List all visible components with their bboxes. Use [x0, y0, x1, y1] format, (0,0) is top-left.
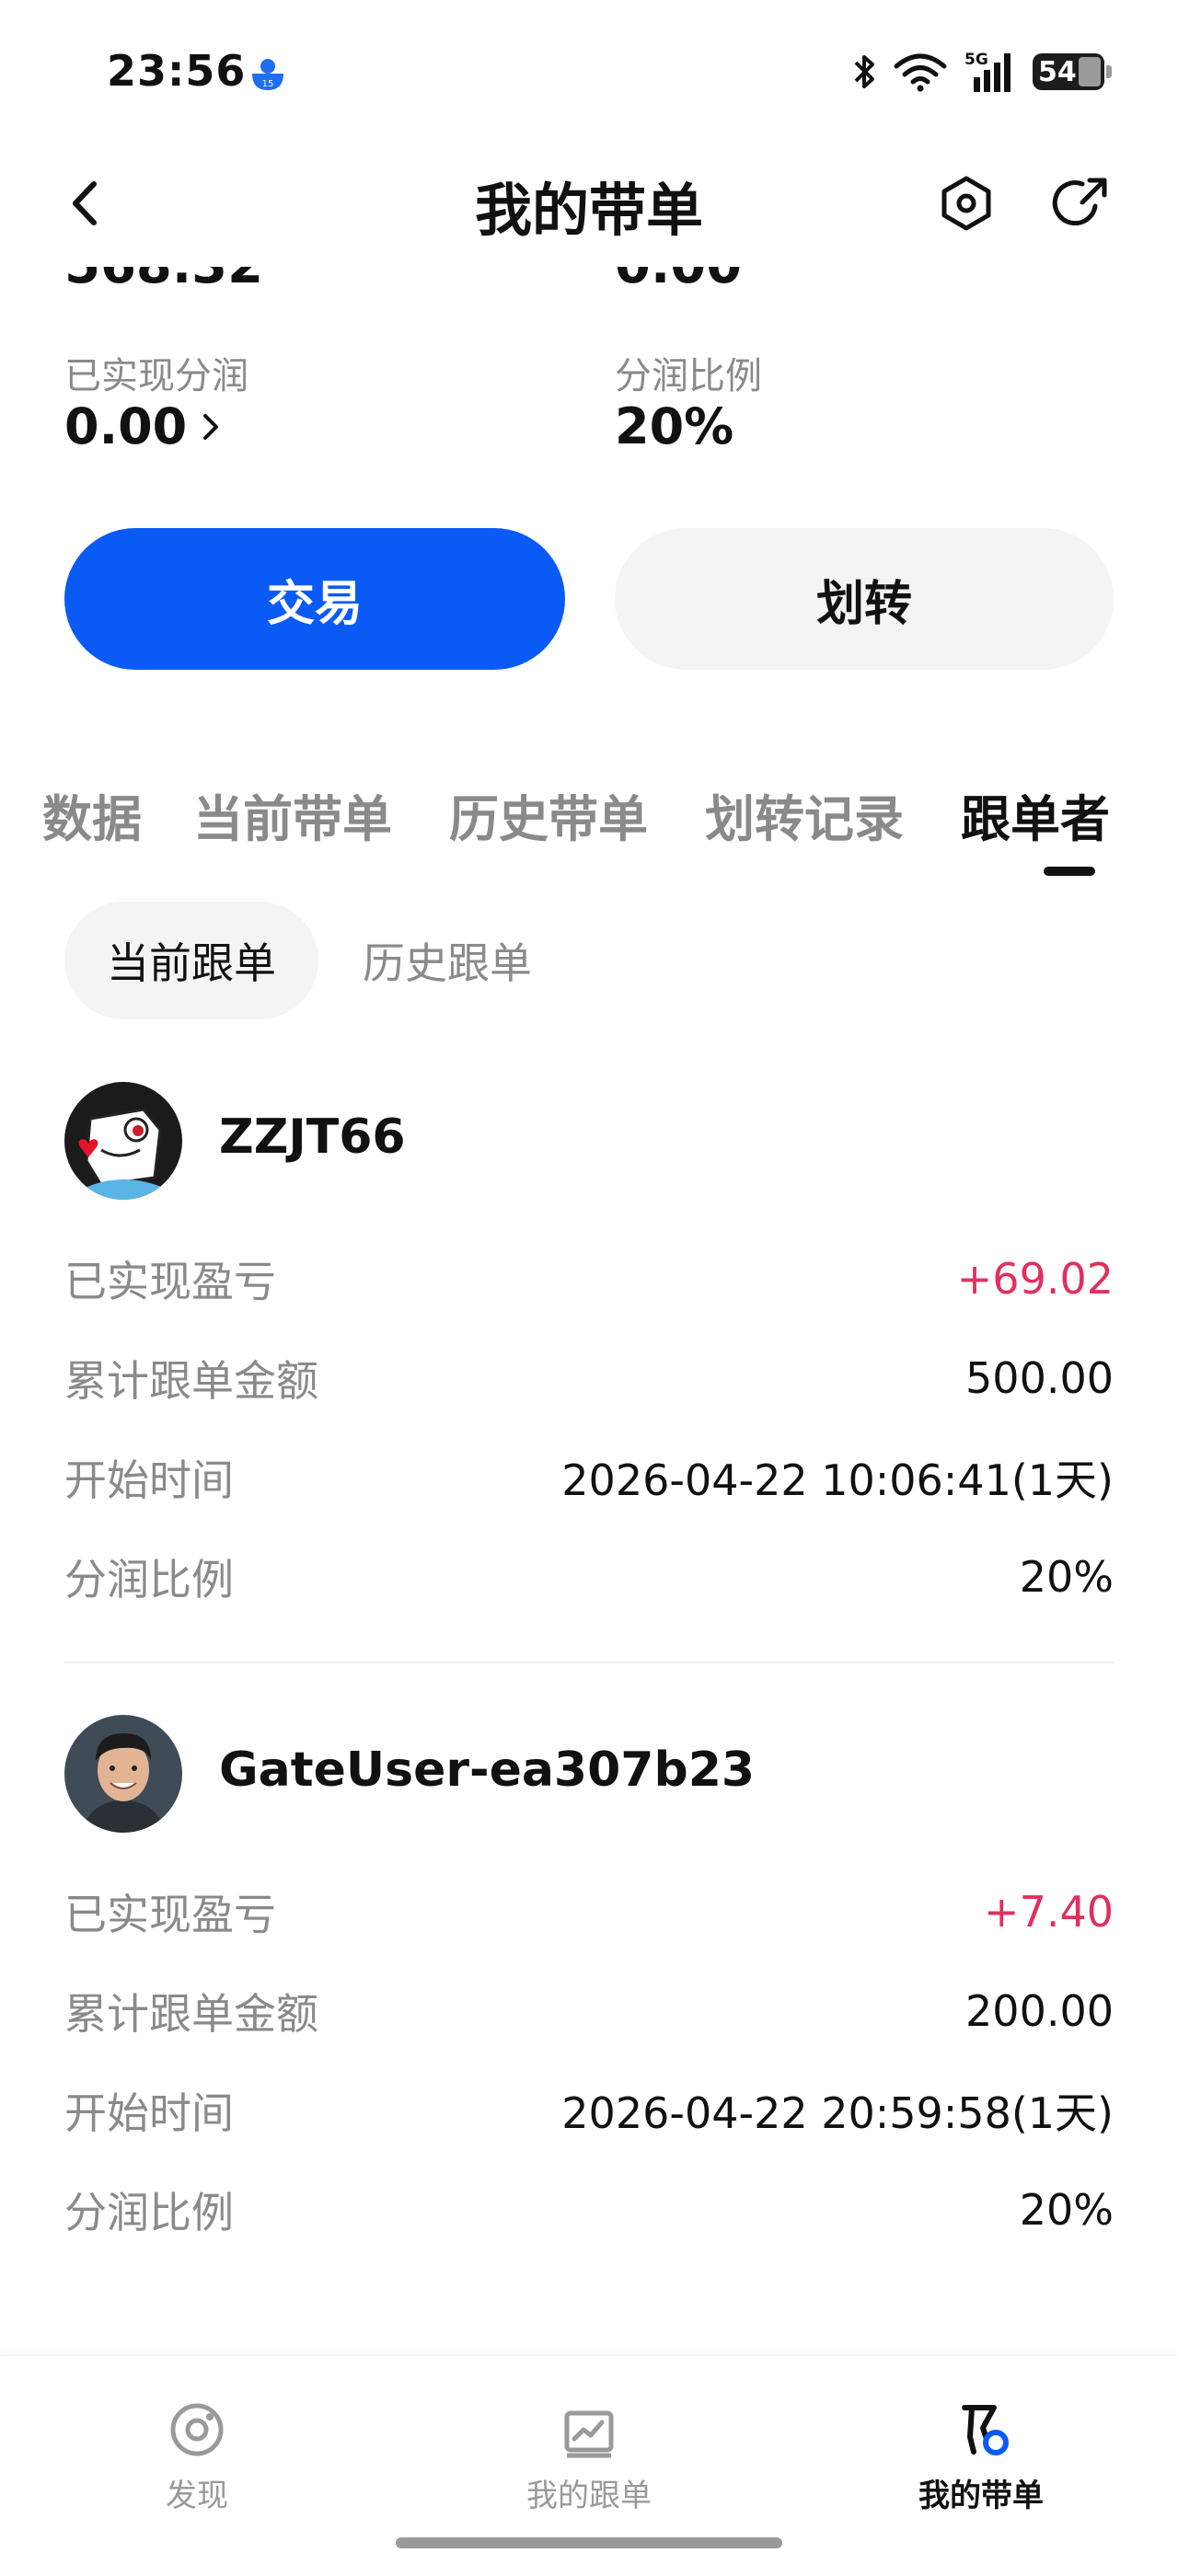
page-title: 我的带单: [474, 177, 703, 244]
realized-share-value: 0.00: [64, 397, 188, 455]
row-label: 分润比例: [64, 1555, 234, 1604]
bottom-nav-my-lead[interactable]: 我的带单: [880, 2400, 1082, 2520]
bottom-nav-label: 我的跟单: [526, 2478, 652, 2514]
tab-history-lead[interactable]: 历史带单: [449, 778, 648, 851]
app-notification-icon: 15: [252, 59, 283, 90]
follower-card: ZZJT66 已实现盈亏 +69.02 累计跟单金额 500.00 开始时间 2…: [64, 1082, 1114, 1616]
row-value: +69.02: [956, 1254, 1114, 1304]
realized-share-label: 已实现分润: [64, 355, 248, 397]
tab-data[interactable]: 数据: [42, 778, 142, 851]
row-realized-pnl: 已实现盈亏 +69.02: [64, 1251, 1114, 1306]
status-time: 23:56: [107, 46, 247, 96]
row-value: 500.00: [965, 1353, 1114, 1403]
row-label: 已实现盈亏: [64, 1257, 276, 1306]
bottom-nav-discover[interactable]: 发现: [96, 2400, 298, 2520]
settings-hexagon-icon[interactable]: [937, 171, 996, 236]
row-realized-pnl: 已实现盈亏 +7.40: [64, 1884, 1114, 1939]
row-total-amount: 累计跟单金额 500.00: [64, 1351, 1114, 1406]
follower-name: GateUser-ea307b23: [219, 1742, 756, 1798]
summary-scrolled-values: 568.32 0.00: [0, 267, 1178, 302]
row-label: 开始时间: [64, 2088, 234, 2138]
person-avatar-icon: [64, 1715, 182, 1833]
share-ratio-value: 20%: [615, 397, 734, 455]
chart-icon: [564, 2410, 614, 2458]
section-tabs: 数据 当前带单 历史带单 划转记录 跟单者: [0, 769, 1178, 870]
row-label: 累计跟单金额: [64, 1989, 318, 2039]
row-share-ratio: 分润比例 20%: [64, 2182, 1114, 2237]
row-share-ratio: 分润比例 20%: [64, 1549, 1114, 1604]
bluetooth-icon: [854, 55, 874, 88]
row-value: +7.40: [984, 1887, 1114, 1937]
battery-indicator: 54: [1033, 53, 1112, 90]
tab-transfer-records[interactable]: 划转记录: [705, 778, 904, 851]
row-label: 累计跟单金额: [64, 1356, 318, 1406]
row-label: 已实现盈亏: [64, 1890, 276, 1939]
nav-header: 我的带单: [0, 138, 1178, 267]
share-ratio-label: 分润比例: [615, 355, 762, 397]
avatar[interactable]: [64, 1715, 182, 1833]
summary-left-value: 568.32: [64, 267, 263, 295]
battery-level: 54: [1038, 55, 1077, 88]
svg-text:15: 15: [262, 79, 274, 89]
active-tab-indicator: [1044, 867, 1095, 876]
row-value: 2026-04-22 20:59:58(1天): [561, 2088, 1114, 2138]
row-value: 2026-04-22 10:06:41(1天): [561, 1455, 1114, 1505]
realized-share-value-link[interactable]: 0.00: [64, 397, 222, 455]
cellular-signal-icon: 5G: [964, 51, 1011, 92]
status-indicators: 5G 54: [852, 48, 1112, 96]
row-total-amount: 累计跟单金额 200.00: [64, 1984, 1114, 2039]
card-divider: [64, 1662, 1114, 1663]
lead-trade-icon: [962, 2405, 1009, 2455]
subtab-current-follow[interactable]: 当前跟单: [64, 902, 318, 1019]
row-label: 分润比例: [64, 2188, 234, 2237]
bottom-nav-my-follow[interactable]: 我的跟单: [488, 2400, 690, 2520]
transfer-button[interactable]: 划转: [615, 528, 1114, 670]
row-value: 20%: [1019, 2185, 1114, 2235]
bottom-nav-label: 发现: [166, 2478, 228, 2514]
tab-current-lead[interactable]: 当前带单: [193, 778, 392, 851]
trade-button[interactable]: 交易: [64, 528, 565, 670]
share-icon[interactable]: [1049, 171, 1114, 236]
svg-text:5G: 5G: [964, 51, 988, 69]
row-value: 200.00: [965, 1986, 1114, 2036]
wifi-icon: [894, 53, 947, 92]
row-start-time: 开始时间 2026-04-22 20:59:58(1天): [64, 2083, 1114, 2138]
row-start-time: 开始时间 2026-04-22 10:06:41(1天): [64, 1450, 1114, 1505]
avatar[interactable]: [64, 1082, 182, 1200]
follower-card: GateUser-ea307b23 已实现盈亏 +7.40 累计跟单金额 200…: [64, 1715, 1114, 2248]
discover-icon: [170, 2403, 224, 2456]
summary-right-value: 0.00: [615, 267, 742, 295]
row-label: 开始时间: [64, 1455, 234, 1505]
status-bar: 23:56 15 5G 54: [0, 0, 1178, 138]
bottom-nav-label: 我的带单: [918, 2478, 1044, 2514]
row-value: 20%: [1019, 1552, 1114, 1602]
follower-name: ZZJT66: [219, 1110, 406, 1165]
cartoon-avatar-icon: [64, 1082, 182, 1200]
home-indicator[interactable]: [396, 2537, 782, 2548]
chevron-right-icon: [203, 413, 219, 440]
tab-followers[interactable]: 跟单者: [961, 778, 1110, 851]
subtab-history-follow[interactable]: 历史跟单: [337, 902, 558, 1019]
